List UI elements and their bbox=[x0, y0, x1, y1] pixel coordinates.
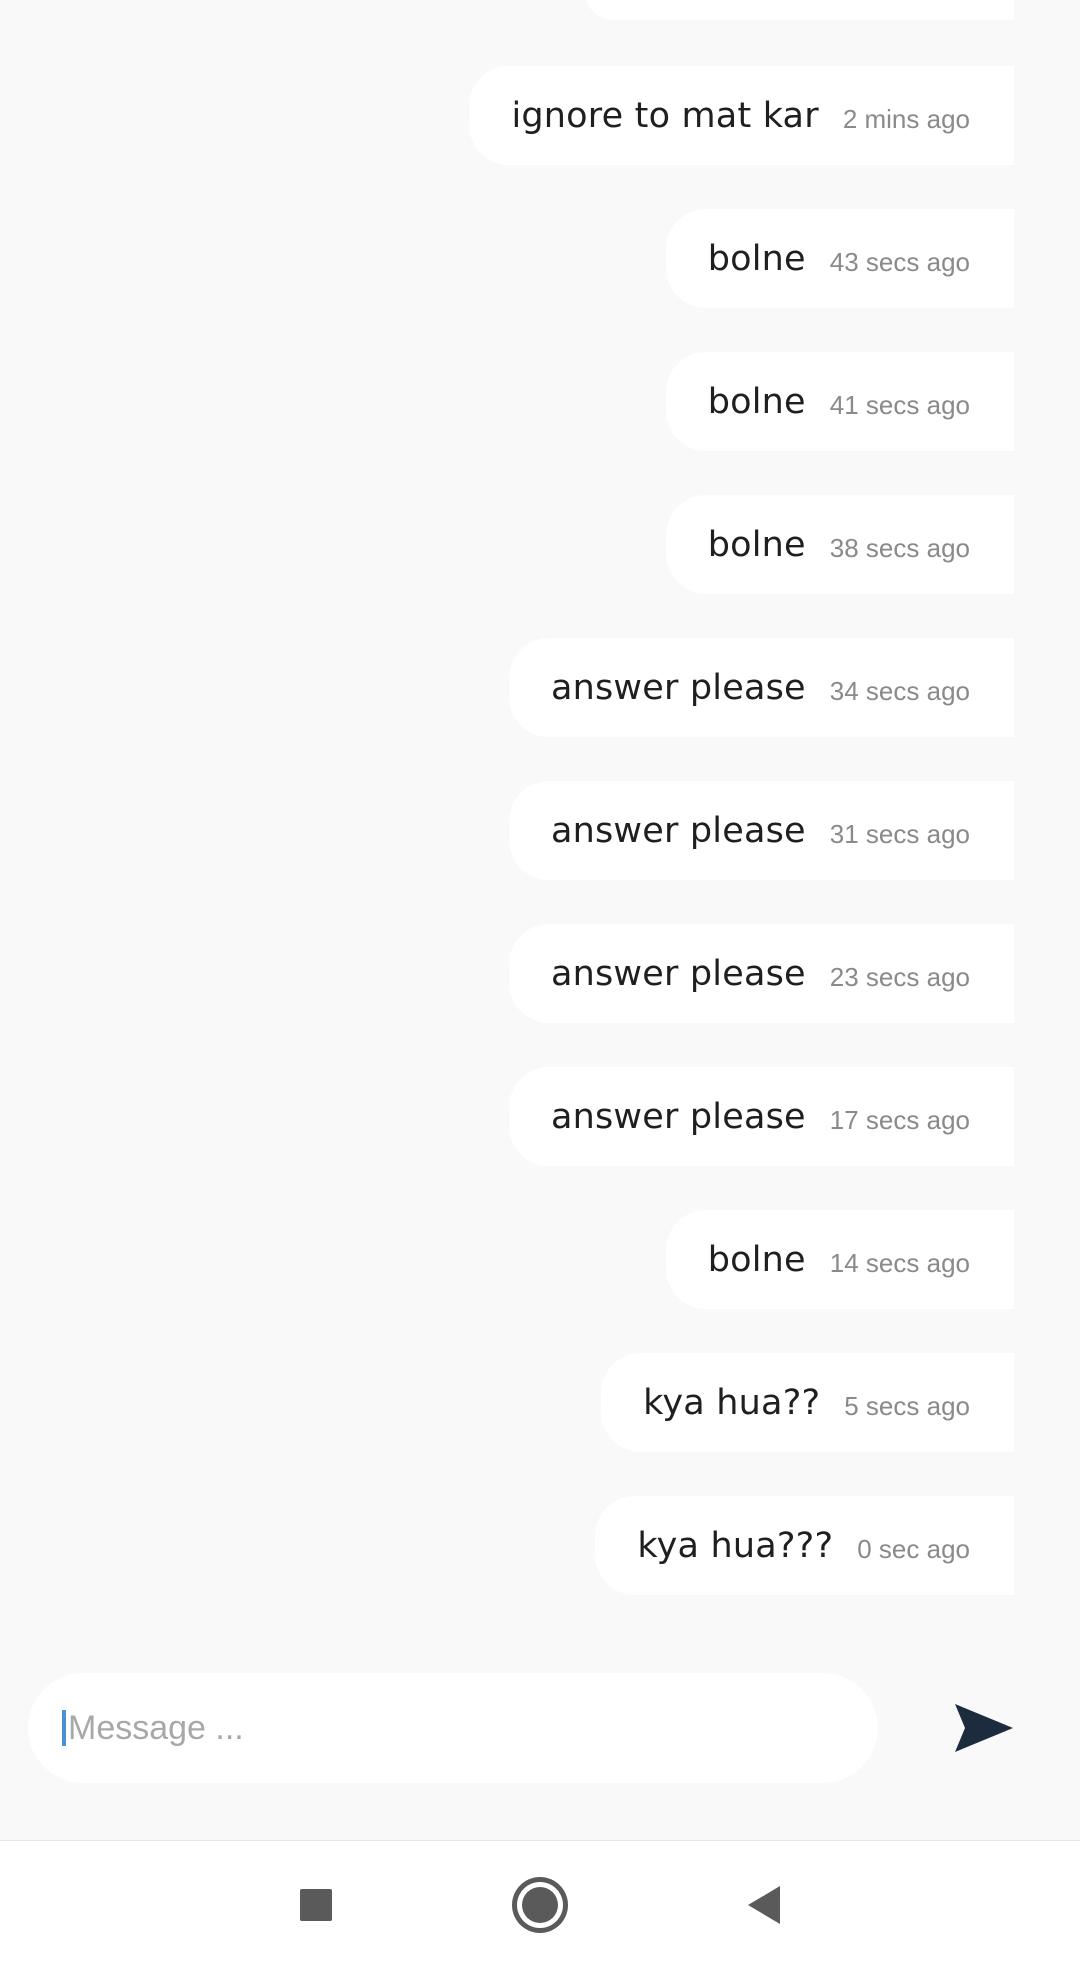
back-button[interactable] bbox=[704, 1841, 824, 1969]
message-text: kya hua?? bbox=[643, 1382, 821, 1423]
message-bubble[interactable]: answer please 23 secs ago bbox=[508, 924, 1014, 1023]
message-text: kya hua??? bbox=[637, 1525, 834, 1566]
message-timestamp: 38 secs ago bbox=[829, 533, 970, 563]
message-timestamp: 14 secs ago bbox=[829, 1248, 970, 1278]
message-bubble-partial bbox=[584, 0, 1014, 20]
message-timestamp: 2 mins ago bbox=[842, 104, 970, 134]
back-icon bbox=[748, 1886, 780, 1924]
message-text: ignore to mat kar bbox=[511, 95, 819, 136]
message-bubble[interactable]: bolne 38 secs ago bbox=[665, 495, 1014, 594]
recents-icon bbox=[300, 1889, 332, 1921]
message-bubble[interactable]: bolne 41 secs ago bbox=[665, 352, 1014, 451]
text-cursor bbox=[62, 1710, 66, 1746]
message-timestamp: 17 secs ago bbox=[829, 1105, 970, 1135]
message-bubble[interactable]: answer please 31 secs ago bbox=[508, 781, 1014, 880]
message-bubble[interactable]: bolne 14 secs ago bbox=[665, 1210, 1014, 1309]
message-text: bolne bbox=[707, 524, 806, 565]
message-text: bolne bbox=[707, 1239, 806, 1280]
system-navigation-bar bbox=[0, 1840, 1080, 1969]
message-timestamp: 41 secs ago bbox=[829, 390, 970, 420]
send-icon bbox=[955, 1704, 1013, 1752]
home-icon bbox=[522, 1887, 558, 1923]
message-text: answer please bbox=[550, 953, 806, 994]
message-text: answer please bbox=[550, 1096, 806, 1137]
home-button[interactable] bbox=[480, 1841, 600, 1969]
message-input[interactable] bbox=[68, 1708, 828, 1748]
message-bubble[interactable]: answer please 17 secs ago bbox=[508, 1067, 1014, 1166]
message-composer[interactable] bbox=[28, 1673, 878, 1783]
message-timestamp: 34 secs ago bbox=[829, 676, 970, 706]
message-timestamp: 43 secs ago bbox=[829, 247, 970, 277]
message-bubble[interactable]: kya hua?? 5 secs ago bbox=[601, 1353, 1014, 1452]
message-bubble[interactable]: bolne 43 secs ago bbox=[665, 209, 1014, 308]
message-timestamp: 0 sec ago bbox=[857, 1534, 970, 1564]
message-bubble[interactable]: kya hua??? 0 sec ago bbox=[595, 1496, 1014, 1595]
recents-button[interactable] bbox=[256, 1841, 376, 1969]
message-text: answer please bbox=[550, 810, 806, 851]
send-button[interactable] bbox=[953, 1700, 1017, 1756]
message-text: bolne bbox=[707, 381, 806, 422]
message-timestamp: 23 secs ago bbox=[829, 962, 970, 992]
message-timestamp: 5 secs ago bbox=[844, 1391, 970, 1421]
message-bubble[interactable]: answer please 34 secs ago bbox=[508, 638, 1014, 737]
message-timestamp: 31 secs ago bbox=[829, 819, 970, 849]
message-text: answer please bbox=[550, 667, 806, 708]
chat-message-list[interactable]: ignore to mat kar 2 mins ago bolne 43 se… bbox=[0, 0, 1080, 1660]
message-bubble[interactable]: ignore to mat kar 2 mins ago bbox=[469, 66, 1014, 165]
message-text: bolne bbox=[707, 238, 806, 279]
